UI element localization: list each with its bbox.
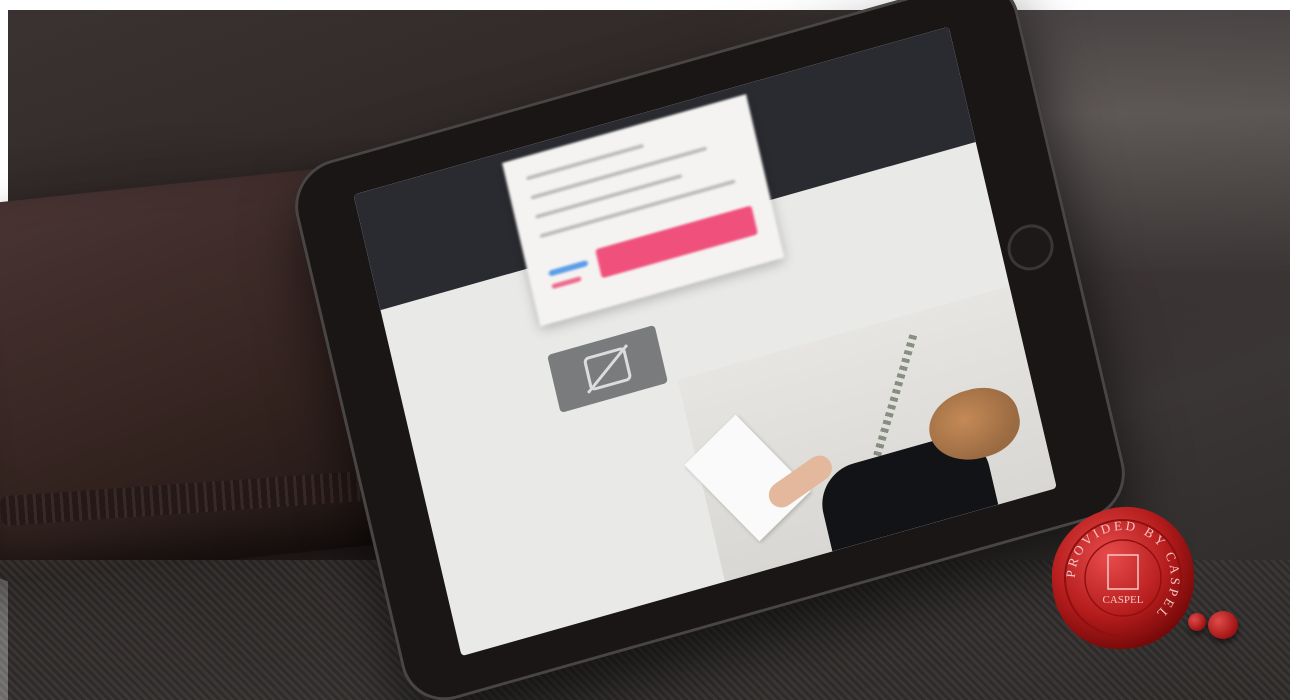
- top-border: [0, 0, 1290, 10]
- wax-seal-icon: PROVIDED BY CASPEL CASPEL: [1051, 506, 1195, 650]
- blue-tag: [548, 259, 589, 277]
- seal-drip: [1188, 613, 1206, 631]
- popup-line: [535, 173, 683, 220]
- pink-button: [595, 205, 759, 279]
- seal-center-text: CASPEL: [1103, 594, 1144, 606]
- pink-tag: [551, 276, 582, 290]
- no-image-icon: [547, 324, 668, 413]
- wax-seal: PROVIDED BY CASPEL CASPEL: [1048, 503, 1248, 653]
- seal-drip: [1208, 611, 1238, 639]
- photo-scene: PROVIDED BY CASPEL CASPEL: [0, 0, 1290, 700]
